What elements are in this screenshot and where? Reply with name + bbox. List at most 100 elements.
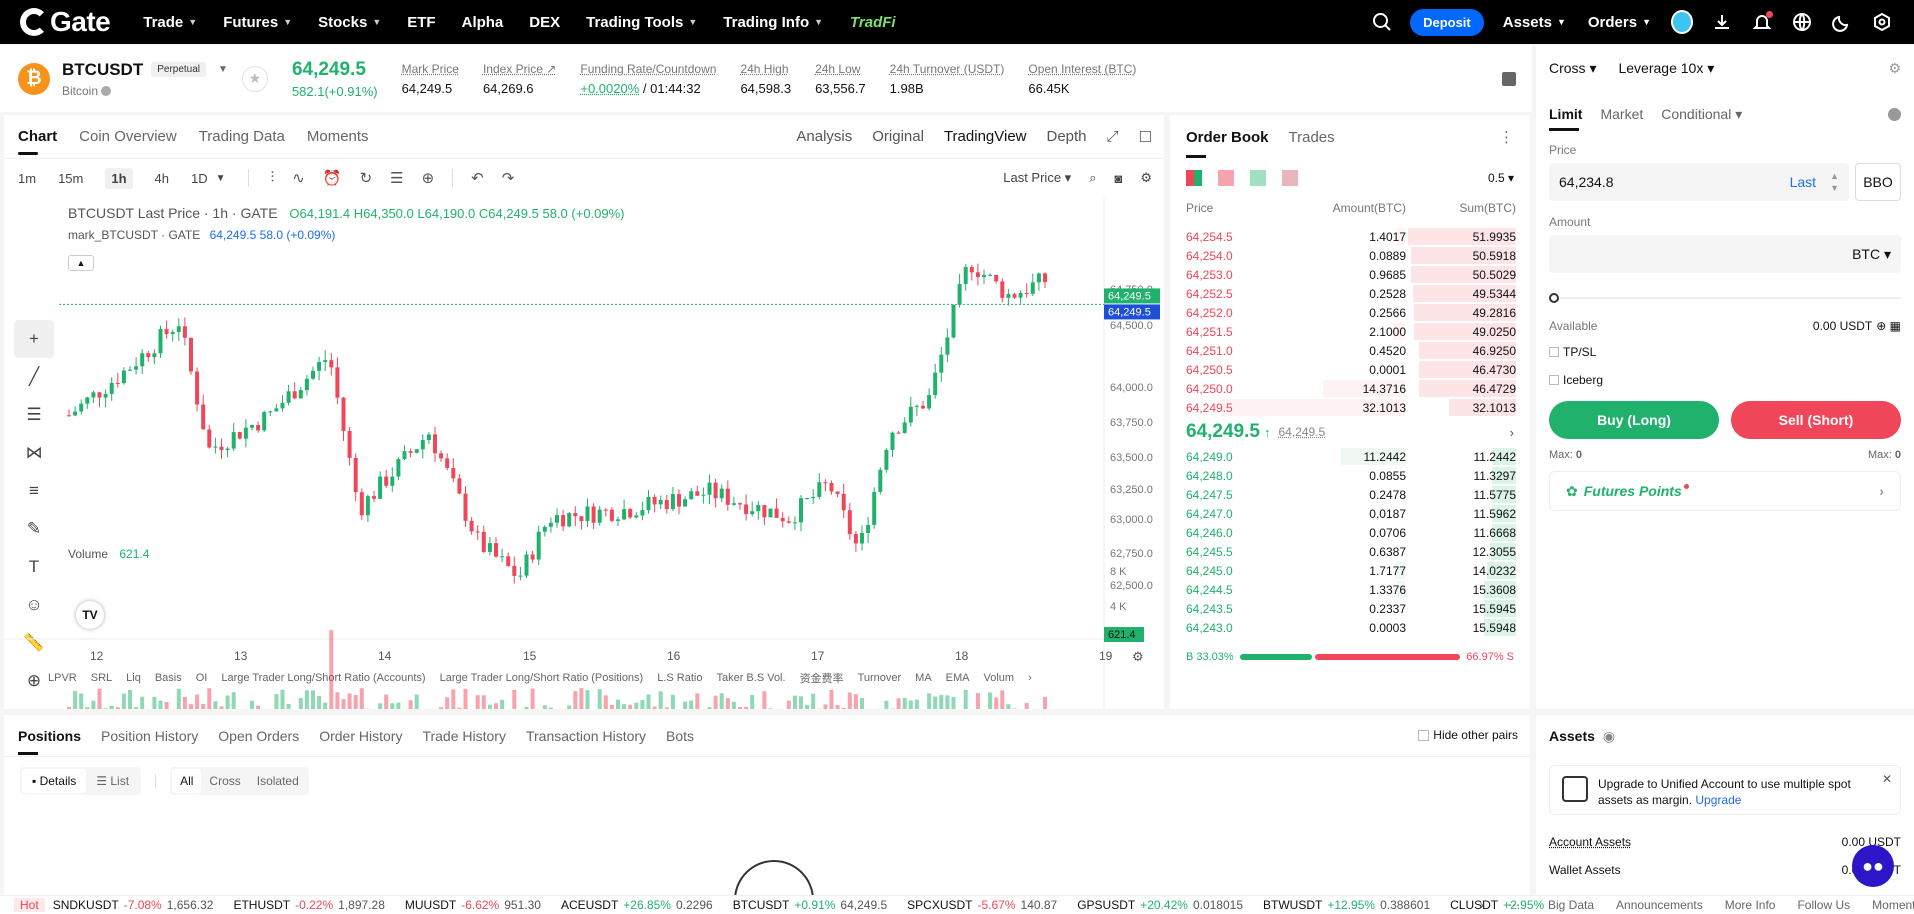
notes-icon[interactable] [1502, 71, 1516, 86]
tab-bots[interactable]: Bots [666, 715, 694, 757]
ask-row[interactable]: 64,249.5 32.1013 32.1013 [1170, 398, 1530, 417]
indicator-tab[interactable]: Large Trader Long/Short Ratio (Accounts) [221, 672, 425, 684]
filter-isolated[interactable]: Isolated [249, 769, 307, 793]
tab-order-history[interactable]: Order History [319, 715, 402, 757]
filter-cross[interactable]: Cross [201, 769, 248, 793]
price-source-select[interactable]: Last Price ▾ [1003, 170, 1071, 186]
ticker-item[interactable]: ACEUSDT +26.85% 0.2296 [561, 898, 713, 912]
hide-other-pairs[interactable]: Hide other pairs [1418, 728, 1518, 742]
redo-icon[interactable]: ↷ [502, 169, 515, 187]
layout-asks-icon[interactable] [1218, 170, 1234, 186]
indicators-icon[interactable]: ∿ [292, 169, 305, 187]
bid-row[interactable]: 64,247.5 0.2478 11.5775 [1170, 485, 1530, 504]
stat-label[interactable]: Mark Price [402, 62, 459, 76]
ask-row[interactable]: 64,253.0 0.9685 50.5029 [1170, 265, 1530, 284]
details-view-button[interactable]: ▪ Details [22, 769, 87, 793]
chevron-right-icon[interactable]: › [1510, 425, 1514, 440]
info-icon[interactable] [101, 86, 112, 97]
chevron-down-icon[interactable]: ▼ [216, 173, 226, 184]
window-icon[interactable]: ☐ [1139, 128, 1152, 146]
more-icon[interactable]: ⋮ [1499, 128, 1514, 146]
iceberg-row[interactable]: Iceberg [1536, 373, 1914, 387]
chevron-down-icon[interactable]: ▼ [218, 64, 228, 75]
templates-icon[interactable]: ☰ [390, 169, 403, 187]
stepper-icon[interactable]: ▲ ▼ [1830, 170, 1839, 194]
nav-assets[interactable]: Assets ▼ [1503, 14, 1566, 31]
candlestick-chart[interactable]: 64,750.064,500.064,000.063,750.063,500.0… [4, 197, 1164, 709]
interval-1D[interactable]: 1D [191, 171, 208, 186]
stat-label[interactable]: Open Interest (BTC) [1028, 62, 1136, 76]
ask-row[interactable]: 64,251.5 2.1000 49.0250 [1170, 322, 1530, 341]
nav-item-dex[interactable]: DEX [529, 14, 560, 31]
view-tradingview[interactable]: TradingView [944, 128, 1027, 145]
view-depth[interactable]: Depth [1047, 128, 1087, 145]
indicator-tab[interactable]: LPVR [48, 672, 77, 684]
chevron-right-icon[interactable]: › [1028, 672, 1032, 684]
indicator-tab[interactable]: Basis [155, 672, 182, 684]
nav-item-trading-tools[interactable]: Trading Tools ▼ [586, 14, 697, 31]
upgrade-link[interactable]: Upgrade [1695, 793, 1741, 807]
bid-row[interactable]: 64,243.5 0.2337 15.5945 [1170, 599, 1530, 618]
tab-chart[interactable]: Chart [18, 115, 57, 159]
indicator-tab[interactable]: 资金费率 [800, 670, 844, 686]
nav-item-stocks[interactable]: Stocks ▼ [318, 14, 381, 31]
bid-row[interactable]: 64,243.0 0.0003 15.5948 [1170, 618, 1530, 637]
precision-select[interactable]: 0.5 ▾ [1488, 171, 1514, 185]
tab-limit[interactable]: Limit [1549, 106, 1582, 122]
avatar[interactable] [1671, 10, 1693, 34]
ask-row[interactable]: 64,250.0 14.3716 46.4729 [1170, 379, 1530, 398]
gear-icon[interactable]: ⚙ [1140, 170, 1152, 186]
sell-short-button[interactable]: Sell (Short) [1731, 401, 1901, 439]
amount-unit[interactable]: BTC [1852, 246, 1880, 262]
bbo-button[interactable]: BBO [1855, 163, 1901, 201]
footer-link[interactable]: Follow Us [1797, 898, 1850, 912]
iceberg-checkbox[interactable] [1549, 375, 1559, 385]
bid-row[interactable]: 64,249.0 11.2442 11.2442 [1170, 447, 1530, 466]
indicator-tab[interactable]: Volum [984, 672, 1015, 684]
candle-type-icon[interactable]: ⫶ [271, 169, 275, 187]
filter-all[interactable]: All [172, 769, 202, 793]
ticker-item[interactable]: CLUSDT +2.95% [1450, 898, 1549, 912]
calculator-icon[interactable]: ⚙ [1888, 60, 1901, 77]
ask-row[interactable]: 64,252.5 0.2528 49.5344 [1170, 284, 1530, 303]
interval-15m[interactable]: 15m [58, 171, 83, 186]
ticker-item[interactable]: SNDKUSDT -7.08% 1,656.32 [53, 898, 214, 912]
ticker-item[interactable]: MUUSDT -6.62% 951.30 [405, 898, 541, 912]
amount-input[interactable]: BTC ▾ [1549, 235, 1901, 273]
tab-positions[interactable]: Positions [18, 715, 81, 757]
globe-icon[interactable] [1791, 11, 1813, 33]
nav-item-alpha[interactable]: Alpha [462, 14, 504, 31]
tab-open-orders[interactable]: Open Orders [218, 715, 299, 757]
ticker-item[interactable]: GPSUSDT +20.42% 0.018015 [1077, 898, 1243, 912]
indicator-tab[interactable]: Liq [126, 672, 141, 684]
nav-item-trading-info[interactable]: Trading Info ▼ [723, 14, 823, 31]
bid-row[interactable]: 64,248.0 0.0855 11.3297 [1170, 466, 1530, 485]
stat-label[interactable]: 24h Low [815, 62, 866, 76]
alert-icon[interactable]: ⏰ [323, 169, 342, 187]
slider-handle[interactable] [1549, 293, 1559, 303]
fullscreen-icon[interactable]: ⤢ [1107, 128, 1119, 145]
ticker-item[interactable]: BTWUSDT +12.95% 0.388601 [1263, 898, 1430, 912]
indicator-tab[interactable]: L.S Ratio [657, 672, 702, 684]
ask-row[interactable]: 64,254.0 0.0889 50.5918 [1170, 246, 1530, 265]
ask-row[interactable]: 64,252.0 0.2566 49.2816 [1170, 303, 1530, 322]
price-last-link[interactable]: Last [1790, 174, 1816, 190]
ask-row[interactable]: 64,250.5 0.0001 46.4730 [1170, 360, 1530, 379]
favorite-star-icon[interactable]: ★ [241, 65, 268, 92]
indicator-tab[interactable]: Large Trader Long/Short Ratio (Positions… [440, 672, 644, 684]
footer-link[interactable]: Moments [1872, 898, 1914, 912]
nav-tradfi[interactable]: TradFi [850, 14, 896, 31]
mid-price-row[interactable]: 64,249.5 ↑ 64,249.5 › [1170, 417, 1530, 447]
camera-icon[interactable]: ◙ [1114, 171, 1122, 186]
tradingview-logo[interactable]: TV [76, 601, 104, 629]
tab-position-history[interactable]: Position History [101, 715, 198, 757]
tab-transaction-history[interactable]: Transaction History [526, 715, 646, 757]
list-view-button[interactable]: ☰ List [86, 769, 139, 793]
footer-link[interactable]: Big Data [1548, 898, 1594, 912]
ask-row[interactable]: 64,251.0 0.4520 46.9250 [1170, 341, 1530, 360]
stat-label[interactable]: Index Price ↗ [483, 62, 556, 76]
gate-logo[interactable]: Gate [20, 6, 111, 38]
search-icon[interactable]: ⌕ [1089, 170, 1096, 186]
indicator-tab[interactable]: MA [915, 672, 932, 684]
ticker-item[interactable]: SPCXUSDT -5.67% 140.87 [907, 898, 1057, 912]
